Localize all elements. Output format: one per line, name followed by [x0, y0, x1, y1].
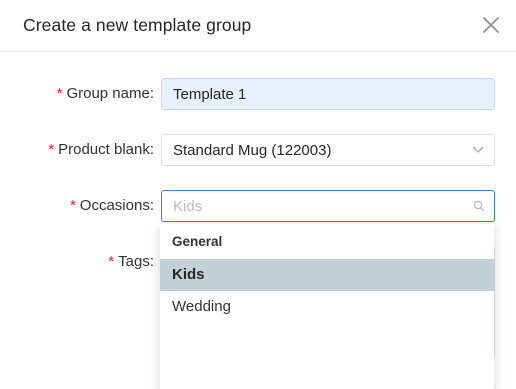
required-mark: *: [48, 141, 55, 158]
close-icon[interactable]: [482, 16, 500, 34]
product-blank-label: * Product blank:: [48, 141, 154, 158]
dropdown-option-wedding[interactable]: Wedding: [160, 291, 494, 323]
group-name-value: Template 1: [173, 86, 247, 103]
group-name-input[interactable]: Template 1: [161, 78, 495, 110]
chevron-down-icon: [472, 146, 484, 153]
product-blank-select[interactable]: Standard Mug (122003): [161, 134, 495, 166]
required-mark: *: [69, 197, 76, 214]
occasions-label: * Occasions:: [69, 197, 154, 214]
dialog-title: Create a new template group: [23, 15, 252, 35]
tags-label: * Tags:: [108, 253, 154, 270]
dialog-header: Create a new template group: [0, 0, 516, 52]
product-blank-value: Standard Mug (122003): [173, 142, 332, 159]
create-template-group-dialog: Create a new template group * Group name:…: [0, 0, 516, 389]
dropdown-option-kids[interactable]: Kids: [160, 259, 494, 291]
occasions-search-input[interactable]: Kids: [161, 190, 495, 222]
required-mark: *: [56, 85, 63, 102]
required-mark: *: [108, 253, 115, 270]
dropdown-group-header: General: [172, 234, 223, 249]
group-name-label: * Group name:: [56, 85, 154, 102]
occasions-dropdown: General Kids Wedding: [160, 224, 494, 389]
search-icon: [473, 200, 485, 212]
occasions-placeholder: Kids: [173, 198, 203, 215]
